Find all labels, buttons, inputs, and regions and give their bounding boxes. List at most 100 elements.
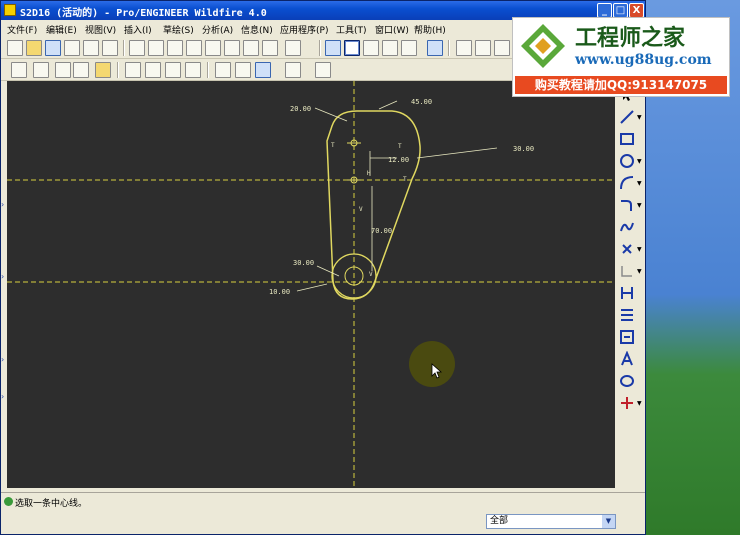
minimize-button[interactable]: _ xyxy=(597,3,612,18)
toolbar-separator xyxy=(117,62,119,78)
menu-edit[interactable]: 编辑(E) xyxy=(46,23,77,36)
constraint-marker: T xyxy=(331,142,335,149)
repaint-icon[interactable] xyxy=(325,40,341,56)
dropdown-arrow-icon[interactable]: ▼ xyxy=(637,269,643,275)
spline-tool-icon[interactable] xyxy=(619,219,635,235)
trim-tool-icon[interactable] xyxy=(619,395,635,411)
send-mail-icon[interactable] xyxy=(83,40,99,56)
copy-icon[interactable] xyxy=(186,40,202,56)
fillet-tool-icon[interactable] xyxy=(619,197,635,213)
sketch-tool-icon[interactable] xyxy=(11,62,27,78)
datum-csys-icon[interactable] xyxy=(185,62,201,78)
sketch-constraints-icon[interactable] xyxy=(55,62,71,78)
circle-tool-icon[interactable] xyxy=(619,153,635,169)
regenerate-icon[interactable] xyxy=(243,40,259,56)
refit-icon[interactable] xyxy=(427,40,443,56)
sketch-setup-icon[interactable] xyxy=(215,62,231,78)
view-wireframe-icon[interactable] xyxy=(456,40,472,56)
graphics-canvas[interactable]: 20.00 45.00 30.00 12.00 70.00 30.00 10.0… xyxy=(7,81,615,488)
arc-tool-icon[interactable] xyxy=(619,175,635,191)
menu-tools[interactable]: 工具(T) xyxy=(336,23,367,36)
palette-icon[interactable] xyxy=(285,62,301,78)
view-shaded-icon[interactable] xyxy=(494,40,510,56)
dropdown-arrow-icon[interactable]: ▼ xyxy=(637,247,643,253)
print-preview-icon[interactable] xyxy=(102,40,118,56)
menu-sketch[interactable]: 草绘(S) xyxy=(163,23,194,36)
sketch-open-icon[interactable] xyxy=(95,62,111,78)
menu-window[interactable]: 窗口(W) xyxy=(375,23,409,36)
cut-icon[interactable] xyxy=(167,40,183,56)
menu-help[interactable]: 帮助(H) xyxy=(414,23,446,36)
app-icon xyxy=(4,4,16,16)
filter-bar: 全部 ▼ xyxy=(1,510,645,534)
spin-center-icon[interactable] xyxy=(344,40,360,56)
sketch-references-icon[interactable] xyxy=(235,62,251,78)
dropdown-arrow-icon[interactable]: ▼ xyxy=(637,203,643,209)
point-tool-icon[interactable] xyxy=(619,241,635,257)
status-message: 选取一条中心线。 xyxy=(15,499,88,509)
text-tool-icon[interactable] xyxy=(619,351,635,367)
toolbar-separator xyxy=(123,40,125,56)
dimension-label[interactable]: 45.00 xyxy=(411,98,432,106)
dimension-label[interactable]: 12.00 xyxy=(388,156,409,164)
datum-plane-icon[interactable] xyxy=(125,62,141,78)
chevron-down-icon[interactable]: ▼ xyxy=(602,515,615,528)
save-icon[interactable] xyxy=(45,40,61,56)
zoom-in-icon[interactable] xyxy=(382,40,398,56)
sketch-vertices-icon[interactable] xyxy=(73,62,89,78)
menu-view[interactable]: 视图(V) xyxy=(85,23,116,36)
constraint-tool-icon[interactable] xyxy=(619,329,635,345)
undo-icon[interactable] xyxy=(129,40,145,56)
zoom-out-icon[interactable] xyxy=(401,40,417,56)
banner-promo: 购买教程请加QQ:913147075 xyxy=(515,76,727,94)
menu-info[interactable]: 信息(N) xyxy=(241,23,273,36)
context-help-icon[interactable] xyxy=(315,62,331,78)
dropdown-arrow-icon[interactable]: ▼ xyxy=(637,181,643,187)
close-button[interactable]: X xyxy=(629,3,644,18)
menu-insert[interactable]: 插入(I) xyxy=(124,23,152,36)
open-folder-icon[interactable] xyxy=(26,40,42,56)
menu-apps[interactable]: 应用程序(P) xyxy=(280,23,328,36)
palette-tool-icon[interactable] xyxy=(619,373,635,389)
rectangle-tool-icon[interactable] xyxy=(619,131,635,147)
redo-icon[interactable] xyxy=(148,40,164,56)
dimension-tool-icon[interactable] xyxy=(619,285,635,301)
maximize-button[interactable]: □ xyxy=(613,3,628,18)
use-edge-icon[interactable] xyxy=(619,263,635,279)
selection-filter-dropdown[interactable]: 全部 ▼ xyxy=(486,514,616,529)
dropdown-arrow-icon[interactable]: ▼ xyxy=(637,115,643,121)
dimension-label[interactable]: 30.00 xyxy=(293,259,314,267)
filter-selected-value: 全部 xyxy=(490,516,509,526)
view-hidden-icon[interactable] xyxy=(475,40,491,56)
datum-axis-icon[interactable] xyxy=(145,62,161,78)
menu-file[interactable]: 文件(F) xyxy=(7,23,37,36)
select-box-icon[interactable] xyxy=(285,40,301,56)
paste-icon[interactable] xyxy=(205,40,221,56)
menu-analysis[interactable]: 分析(A) xyxy=(202,23,233,36)
constraint-marker: V xyxy=(369,271,373,278)
sketch-dimension-icon[interactable] xyxy=(33,62,49,78)
dimension-label[interactable]: 70.00 xyxy=(371,227,392,235)
banner-site-name: 工程师之家 xyxy=(575,25,686,51)
dropdown-arrow-icon[interactable]: ▼ xyxy=(637,159,643,165)
watermark-banner: 工程师之家 www.ug88ug.com 购买教程请加QQ:913147075 xyxy=(512,17,730,97)
modify-tool-icon[interactable] xyxy=(619,307,635,323)
orient-mode-icon[interactable] xyxy=(363,40,379,56)
datum-grid-icon[interactable] xyxy=(165,62,181,78)
dimension-label[interactable]: 30.00 xyxy=(513,145,534,153)
print-icon[interactable] xyxy=(64,40,80,56)
status-bar: 选取一条中心线。 xyxy=(1,492,645,510)
status-indicator-icon xyxy=(4,497,13,506)
dimension-label[interactable]: 10.00 xyxy=(269,288,290,296)
find-icon[interactable] xyxy=(262,40,278,56)
constraint-marker: H xyxy=(367,170,371,177)
constraint-marker: T xyxy=(398,143,402,150)
dropdown-arrow-icon[interactable]: ▼ xyxy=(637,401,643,407)
banner-url: www.ug88ug.com xyxy=(575,52,712,68)
line-tool-icon[interactable] xyxy=(619,109,635,125)
paste-special-icon[interactable] xyxy=(224,40,240,56)
sketch-view-icon[interactable] xyxy=(255,62,271,78)
dimension-label[interactable]: 20.00 xyxy=(290,105,311,113)
sketch-profile[interactable] xyxy=(326,110,421,300)
new-file-icon[interactable] xyxy=(7,40,23,56)
